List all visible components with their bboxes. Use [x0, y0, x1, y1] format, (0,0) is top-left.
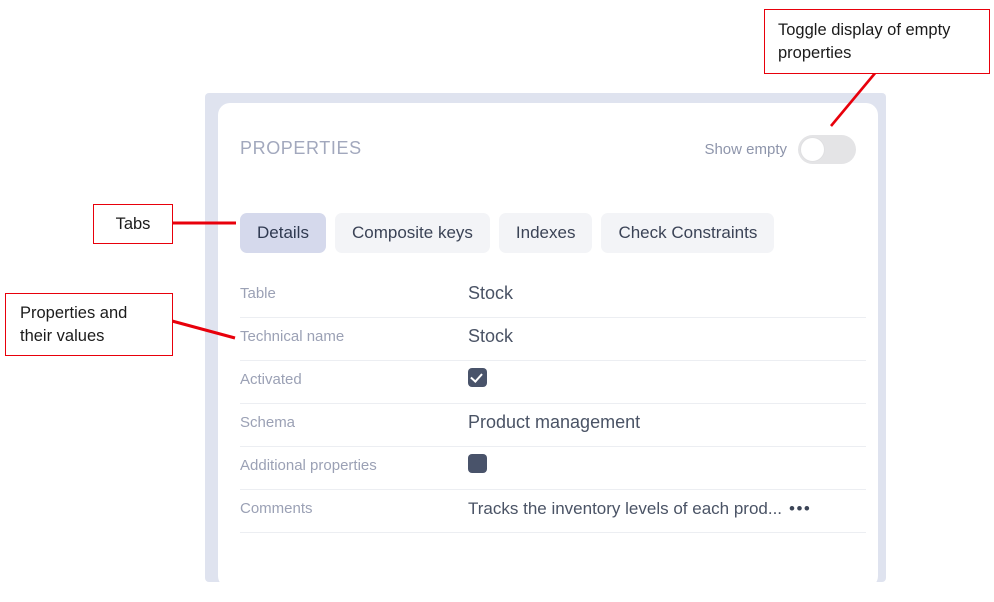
properties-list: Table Stock Technical name Stock Activat… [240, 275, 866, 533]
property-row-schema: Schema Product management [240, 404, 866, 447]
page-title: PROPERTIES [240, 138, 362, 158]
property-value: Tracks the inventory levels of each prod… [468, 499, 866, 524]
property-value[interactable]: Product management [468, 412, 866, 438]
comments-text[interactable]: Tracks the inventory levels of each prod… [468, 499, 782, 519]
property-label: Comments [240, 499, 313, 517]
tab-composite-keys[interactable]: Composite keys [334, 213, 490, 253]
property-label: Activated [240, 370, 302, 388]
tab-indexes[interactable]: Indexes [498, 213, 593, 253]
tab-bar: Details Composite keys Indexes Check Con… [240, 213, 775, 253]
property-row-activated: Activated [240, 361, 866, 404]
filled-square-icon[interactable] [468, 454, 487, 473]
property-value[interactable]: Stock [468, 283, 866, 309]
show-empty-label: Show empty [704, 141, 787, 158]
property-value [468, 368, 866, 396]
checkbox-checked-icon[interactable] [468, 368, 487, 387]
property-row-additional-properties: Additional properties [240, 447, 866, 490]
tab-details[interactable]: Details [240, 213, 326, 253]
properties-panel-frame: PROPERTIES Show empty Details Composite … [205, 93, 886, 588]
property-label: Schema [240, 413, 296, 431]
show-empty-toggle[interactable] [798, 135, 856, 164]
property-label: Technical name [240, 327, 345, 345]
property-value [468, 454, 866, 482]
property-row-technical-name: Technical name Stock [240, 318, 866, 361]
show-empty-group: Show empty [704, 135, 856, 164]
callout-properties: Properties and their values [5, 293, 173, 356]
property-label: Additional properties [240, 456, 377, 474]
callout-toggle-display: Toggle display of empty properties [764, 9, 990, 74]
property-label: Table [240, 284, 276, 302]
properties-panel-card: PROPERTIES Show empty Details Composite … [218, 103, 878, 588]
property-row-comments: Comments Tracks the inventory levels of … [240, 490, 866, 533]
toggle-knob [800, 137, 825, 162]
property-row-table: Table Stock [240, 275, 866, 318]
ellipsis-more-icon[interactable]: ••• [789, 500, 811, 517]
panel-header: PROPERTIES Show empty [240, 135, 856, 169]
tab-check-constraints[interactable]: Check Constraints [601, 213, 775, 253]
property-value[interactable]: Stock [468, 326, 866, 352]
callout-tabs: Tabs [93, 204, 173, 244]
